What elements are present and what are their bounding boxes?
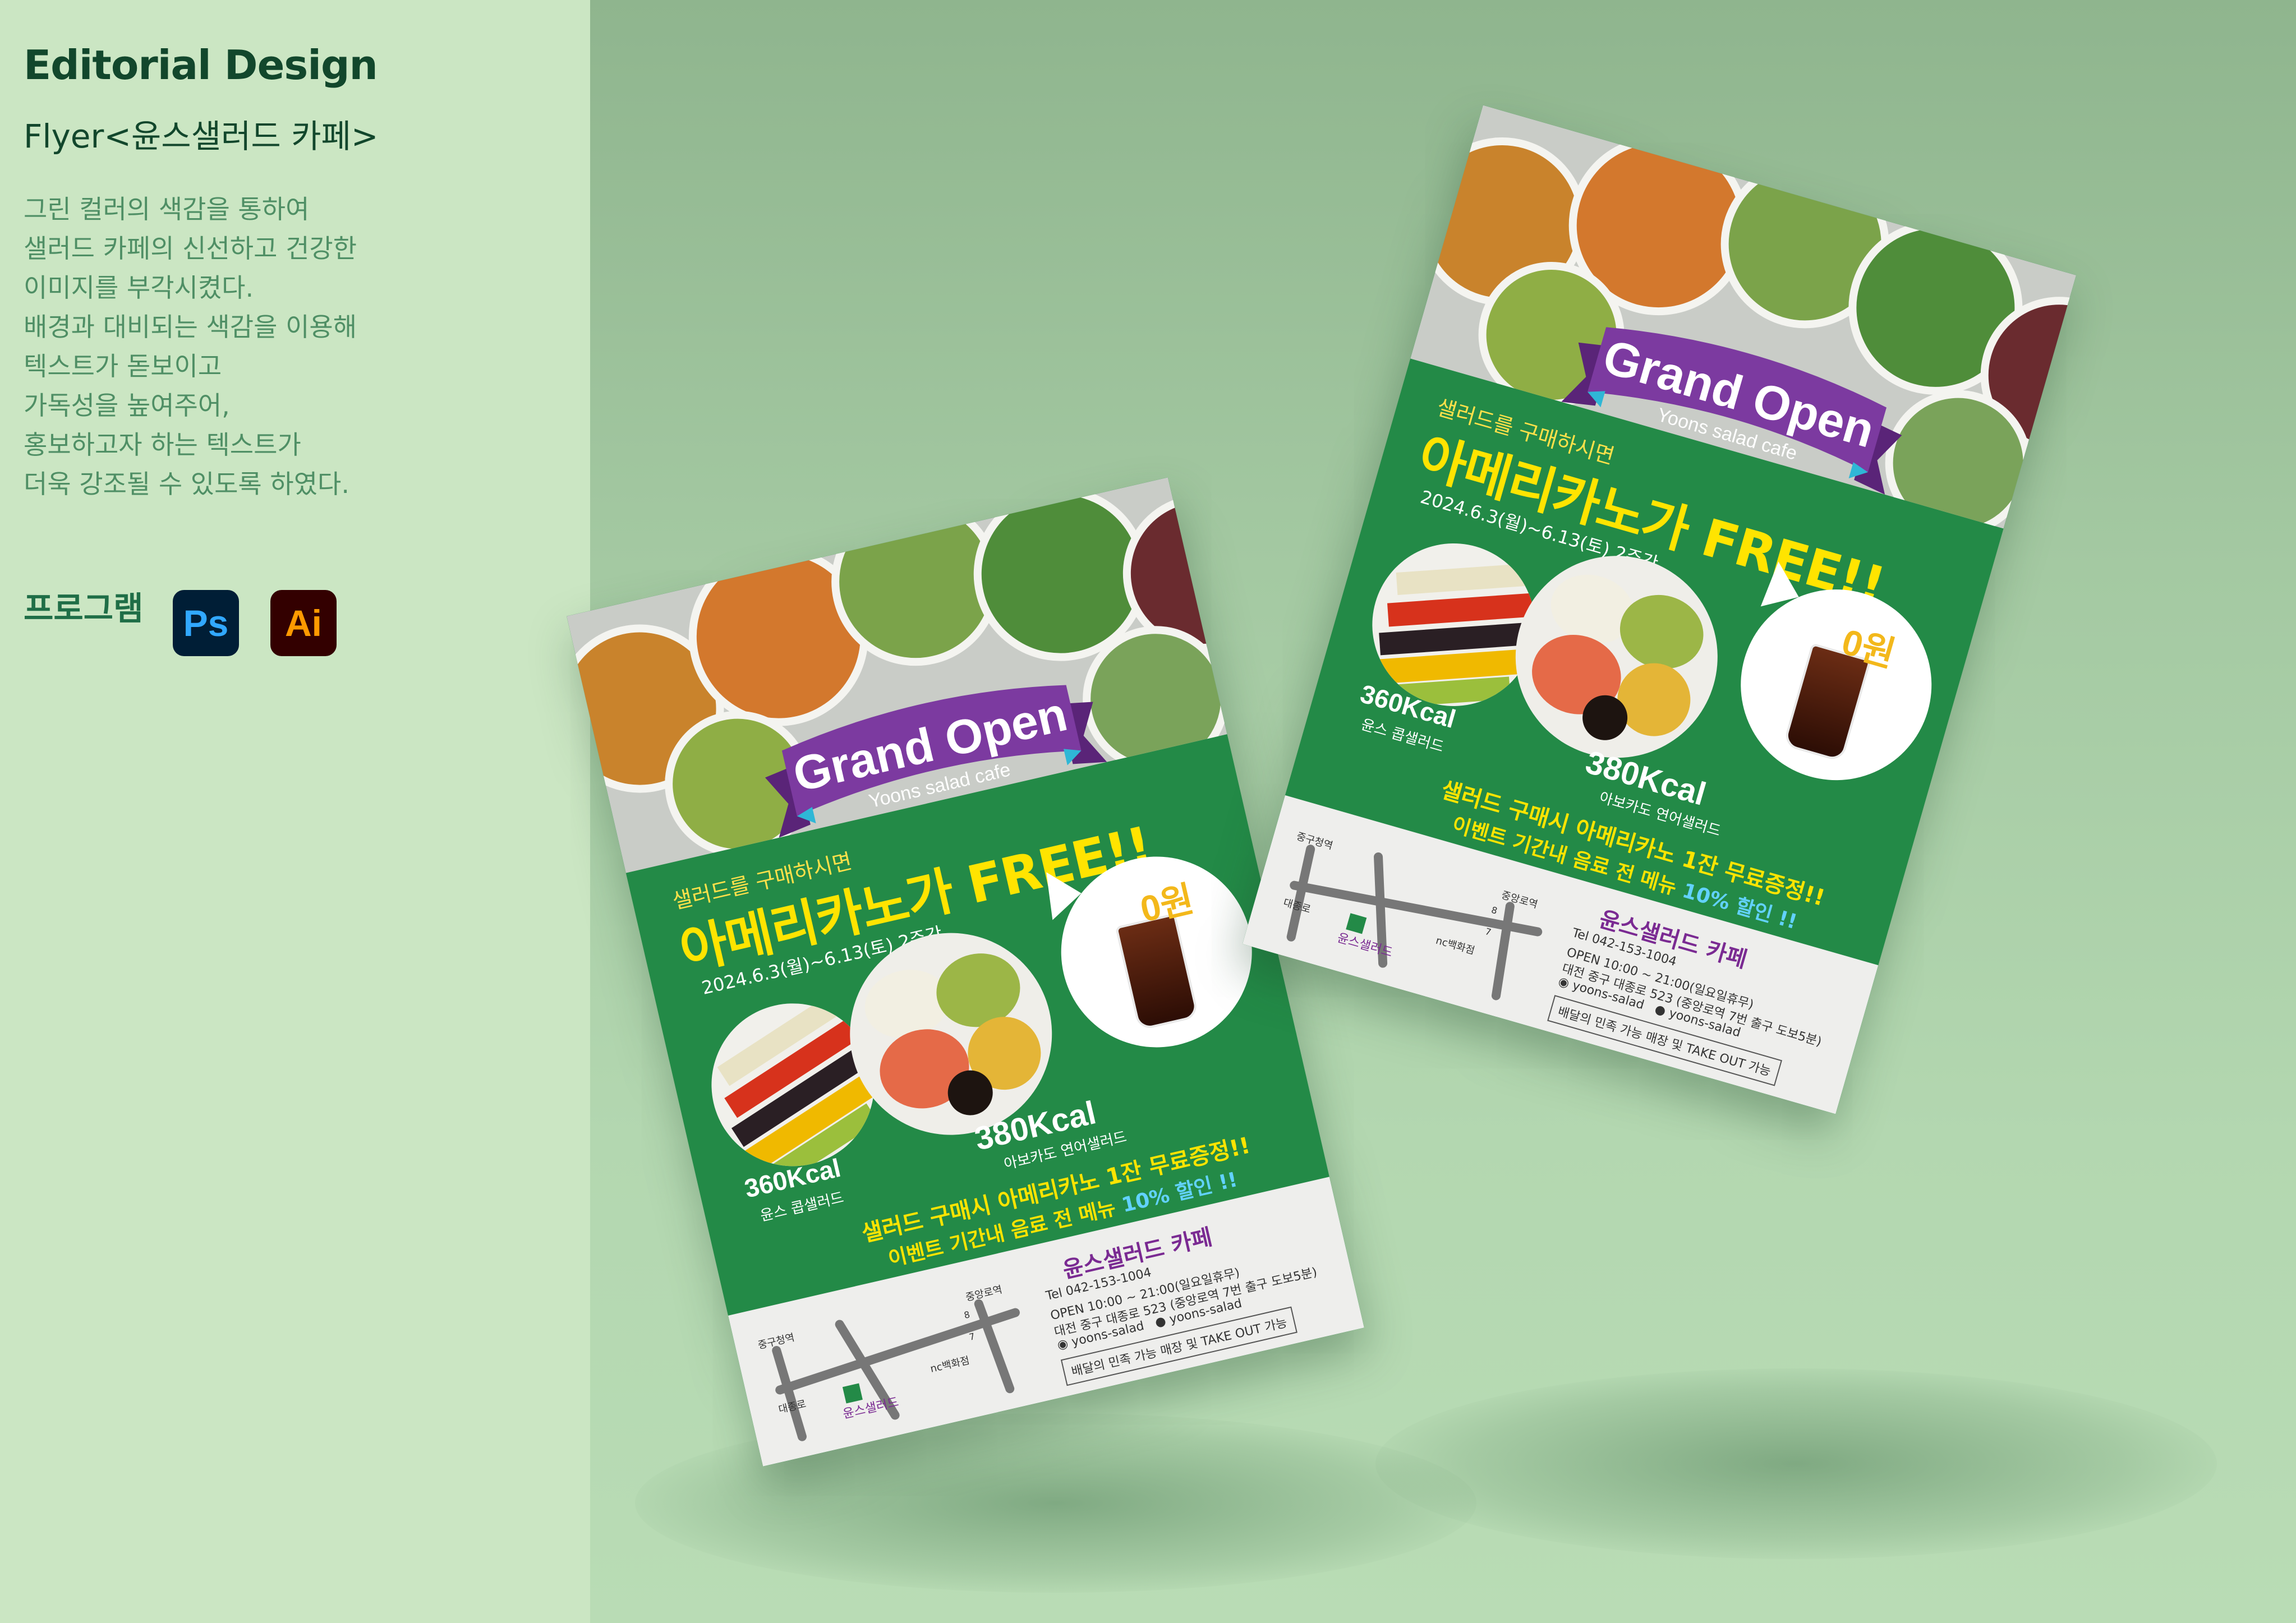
illustrator-icon: Ai xyxy=(270,590,337,656)
floor-shadow xyxy=(1375,1368,2217,1559)
description-line: 홍보하고자 하는 텍스트가 xyxy=(24,430,301,460)
description-line: 이미지를 부각시켰다. xyxy=(24,273,254,303)
page-subtitle: Flyer<윤스샐러드 카페> xyxy=(24,117,379,155)
description-line: 가독성을 높여주어, xyxy=(24,390,230,421)
instagram-icon: ◉ xyxy=(1056,1336,1070,1353)
description-line: 더욱 강조될 수 있도록 하였다. xyxy=(24,469,349,499)
kakao-icon: ● xyxy=(1153,1313,1168,1330)
description: 그린 컬러의 색감을 통하여 샐러드 카페의 신선하고 건강한 이미지를 부각시… xyxy=(24,190,528,504)
page-title: Editorial Design xyxy=(24,42,378,89)
info-panel: Editorial Design Flyer<윤스샐러드 카페> 그린 컬러의 … xyxy=(0,0,590,1623)
map-exit-7: 7 xyxy=(968,1331,976,1343)
kakao-icon: ● xyxy=(1653,1002,1668,1019)
program-label: 프로그램 xyxy=(24,589,144,628)
description-line: 텍스트가 돋보이고 xyxy=(24,351,222,381)
map-exit-7: 7 xyxy=(1484,926,1492,938)
map-label-landmark: nc백화점 xyxy=(929,1354,970,1375)
map-label-station-b: 중앙로역 xyxy=(964,1284,1003,1303)
map-exit-8: 8 xyxy=(1490,905,1498,916)
map-exit-8: 8 xyxy=(963,1309,971,1321)
photoshop-icon: Ps xyxy=(173,590,239,656)
description-line: 샐러드 카페의 신선하고 건강한 xyxy=(24,233,357,264)
instagram-icon: ◉ xyxy=(1556,974,1571,991)
description-line: 그린 컬러의 색감을 통하여 xyxy=(24,194,310,224)
description-line: 배경과 대비되는 색감을 이용해 xyxy=(24,312,357,342)
map-label-landmark: nc백화점 xyxy=(1434,935,1476,957)
